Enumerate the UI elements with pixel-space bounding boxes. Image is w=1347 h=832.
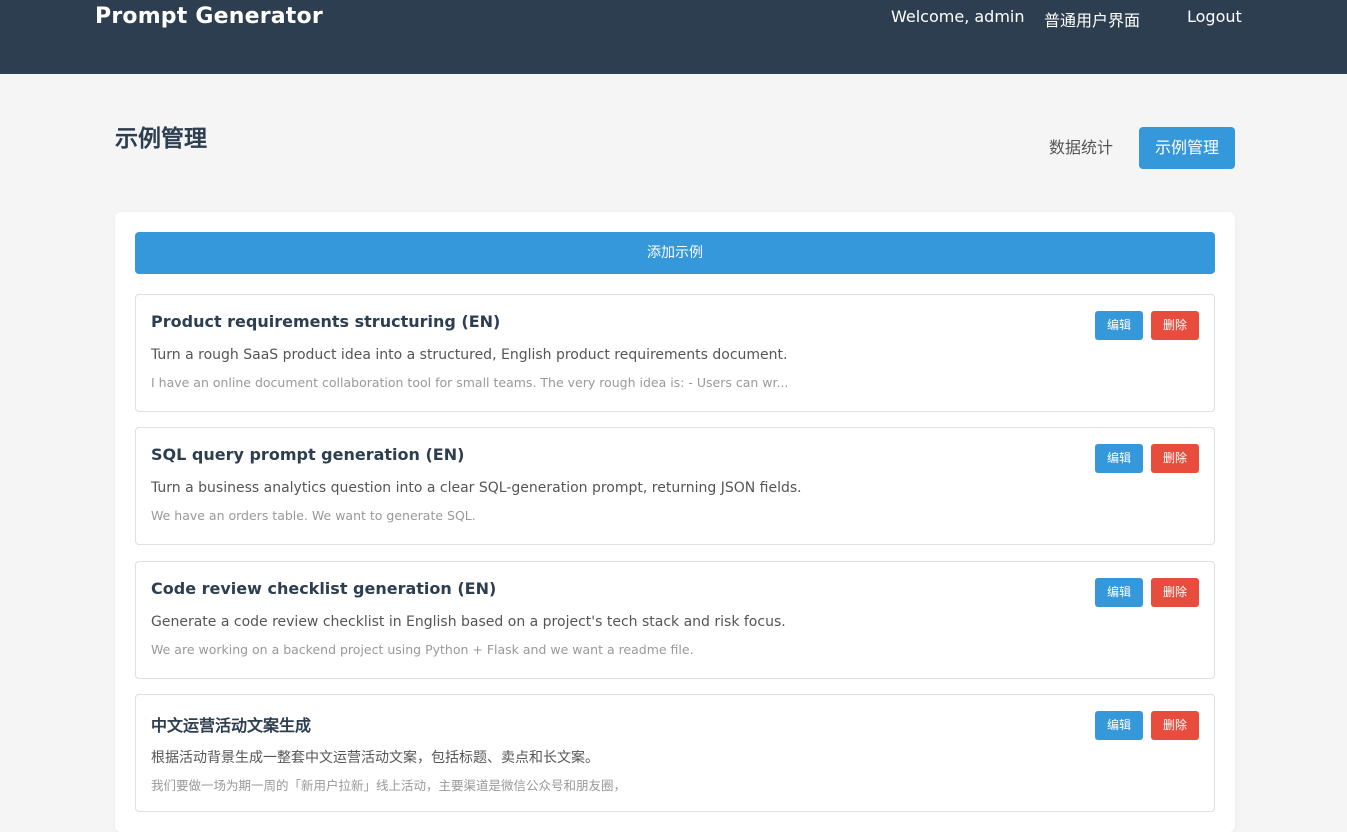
delete-button[interactable]: 删除 bbox=[1151, 711, 1199, 740]
example-description: Turn a business analytics question into … bbox=[151, 480, 802, 496]
examples-panel: 添加示例 Product requirements structuring (E… bbox=[115, 212, 1235, 832]
example-preview: I have an online document collaboration … bbox=[151, 375, 789, 390]
brand-logo-text[interactable]: Prompt Generator bbox=[95, 4, 323, 29]
tab-example-management[interactable]: 示例管理 bbox=[1139, 127, 1235, 169]
example-preview: 我们要做一场为期一周的「新用户拉新」线上活动，主要渠道是微信公众号和朋友圈， bbox=[151, 778, 627, 793]
logout-link[interactable]: Logout bbox=[1187, 7, 1242, 26]
add-example-button[interactable]: 添加示例 bbox=[135, 232, 1215, 274]
page-title: 示例管理 bbox=[115, 126, 207, 152]
example-description: Turn a rough SaaS product idea into a st… bbox=[151, 347, 788, 363]
example-description: 根据活动背景生成一整套中文运营活动文案，包括标题、卖点和长文案。 bbox=[151, 750, 599, 766]
delete-button[interactable]: 删除 bbox=[1151, 578, 1199, 607]
edit-button[interactable]: 编辑 bbox=[1095, 711, 1143, 740]
example-card: SQL query prompt generation (EN) Turn a … bbox=[135, 427, 1215, 545]
edit-button[interactable]: 编辑 bbox=[1095, 578, 1143, 607]
welcome-link[interactable]: Welcome, admin bbox=[891, 7, 1025, 26]
delete-button[interactable]: 删除 bbox=[1151, 444, 1199, 473]
delete-button[interactable]: 删除 bbox=[1151, 311, 1199, 340]
example-title: Product requirements structuring (EN) bbox=[151, 312, 501, 331]
example-preview: We are working on a backend project usin… bbox=[151, 642, 694, 657]
top-navbar: Prompt Generator Welcome, admin 普通用户界面 L… bbox=[0, 0, 1347, 74]
example-title: SQL query prompt generation (EN) bbox=[151, 445, 465, 464]
edit-button[interactable]: 编辑 bbox=[1095, 444, 1143, 473]
example-preview: We have an orders table. We want to gene… bbox=[151, 508, 476, 523]
example-title: Code review checklist generation (EN) bbox=[151, 579, 497, 598]
example-title: 中文运营活动文案生成 bbox=[151, 716, 312, 735]
example-card: 中文运营活动文案生成 根据活动背景生成一整套中文运营活动文案，包括标题、卖点和长… bbox=[135, 694, 1215, 812]
example-card: Product requirements structuring (EN) Tu… bbox=[135, 294, 1215, 412]
user-interface-link[interactable]: 普通用户界面 bbox=[1044, 7, 1140, 31]
example-description: Generate a code review checklist in Engl… bbox=[151, 614, 786, 630]
tab-statistics[interactable]: 数据统计 bbox=[1038, 127, 1124, 169]
edit-button[interactable]: 编辑 bbox=[1095, 311, 1143, 340]
example-card: Code review checklist generation (EN) Ge… bbox=[135, 561, 1215, 679]
